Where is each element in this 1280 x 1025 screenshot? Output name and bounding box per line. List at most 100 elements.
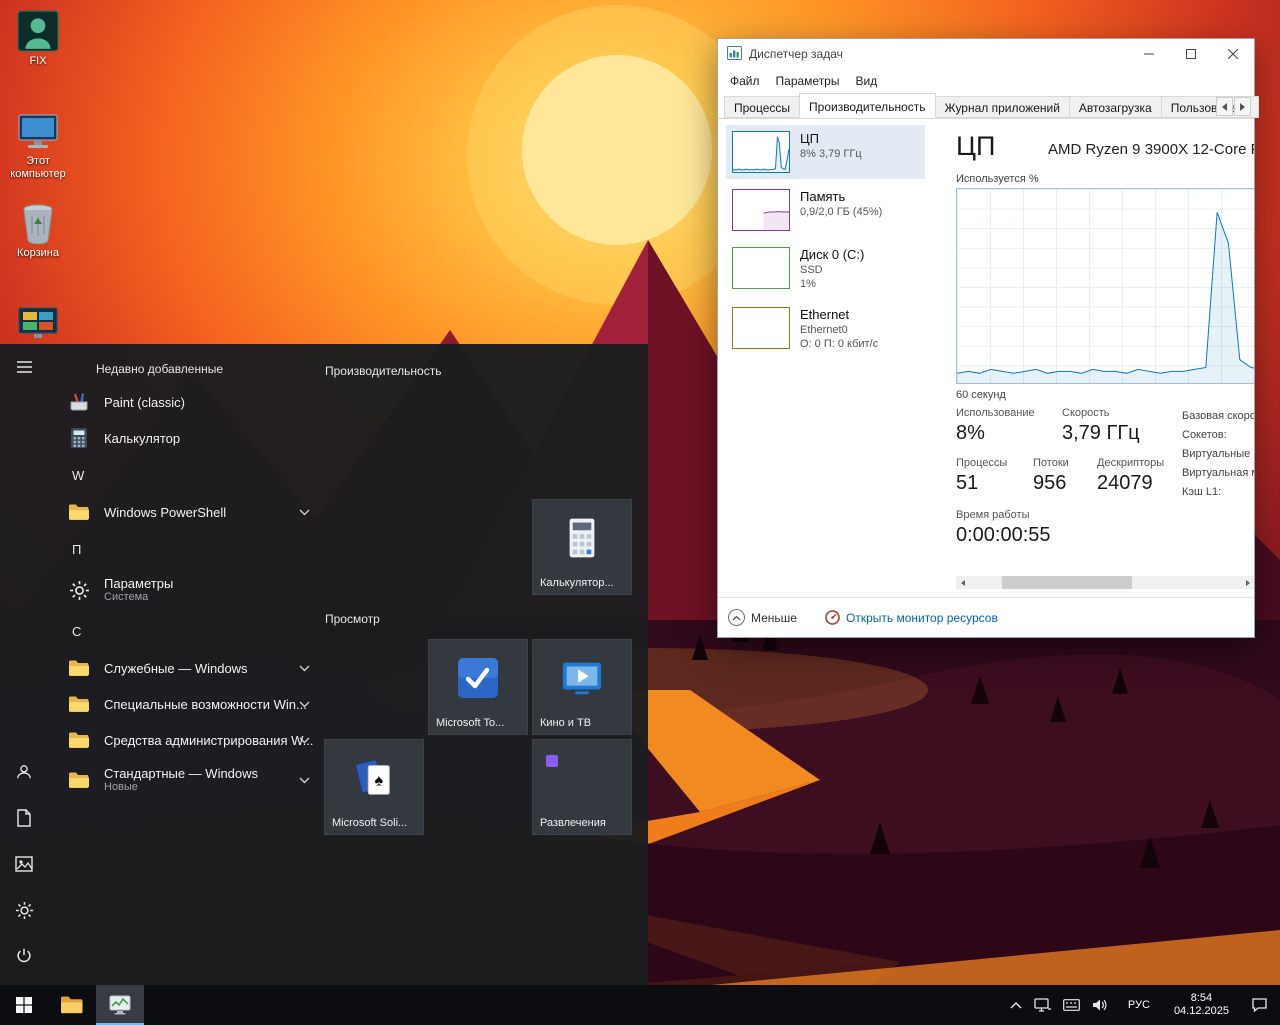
sidebar-item-cpu[interactable]: ЦП 8% 3,79 ГГц bbox=[726, 125, 925, 179]
title-bar[interactable]: Диспетчер задач bbox=[718, 39, 1254, 69]
desktop-icon-label: FIX bbox=[29, 55, 46, 68]
sidebar-item-disk[interactable]: Диск 0 (C:) SSD 1% bbox=[726, 241, 925, 297]
tile-label: Развлечения bbox=[540, 817, 627, 829]
tile-group-label: Производительность bbox=[325, 364, 441, 378]
scrollbar-track[interactable] bbox=[969, 576, 1241, 589]
performance-sidebar: ЦП 8% 3,79 ГГц Память 0,9/2,0 ГБ (45%) bbox=[718, 119, 925, 597]
keyboard-tray-button[interactable] bbox=[1057, 985, 1086, 1025]
language-indicator[interactable]: РУС bbox=[1114, 985, 1164, 1025]
horizontal-scrollbar[interactable] bbox=[956, 576, 1254, 589]
tile-microsoft-todo[interactable]: Microsoft To... bbox=[428, 639, 528, 735]
app-item-paint[interactable]: Paint (classic) bbox=[48, 384, 324, 420]
app-item-settings[interactable]: Параметры Система bbox=[48, 568, 324, 612]
tile-calculator[interactable]: Калькулятор... bbox=[532, 499, 632, 595]
tab-performance[interactable]: Производительность bbox=[799, 93, 935, 118]
letter-header-w[interactable]: W bbox=[48, 456, 324, 494]
desktop-icon-display[interactable] bbox=[0, 305, 76, 346]
pictures-button[interactable] bbox=[0, 841, 48, 887]
volume-tray-button[interactable] bbox=[1086, 985, 1114, 1025]
scroll-right-button[interactable] bbox=[1241, 576, 1254, 589]
network-icon bbox=[1034, 998, 1051, 1013]
letter-header-p[interactable]: П bbox=[48, 530, 324, 568]
stat-label: Скорость bbox=[1062, 407, 1140, 419]
desktop-icon-label: Корзина bbox=[17, 247, 59, 260]
file-explorer-button[interactable] bbox=[48, 985, 96, 1025]
desktop-icon-this-pc[interactable]: Этот компьютер bbox=[0, 112, 76, 181]
tile-solitaire[interactable]: ♠ Microsoft Soli... bbox=[324, 739, 424, 835]
folder-item-accessibility[interactable]: Специальные возможности Win... bbox=[48, 686, 324, 722]
desktop-icon-recycle-bin[interactable]: Корзина bbox=[0, 202, 76, 260]
tab-app-history[interactable]: Журнал приложений bbox=[935, 96, 1070, 118]
chevron-up-circle-icon bbox=[728, 609, 745, 626]
tab-scroll-right-button[interactable] bbox=[1234, 97, 1251, 116]
window-title: Диспетчер задач bbox=[749, 47, 1128, 61]
stat-value: 956 bbox=[1033, 472, 1097, 495]
sidebar-item-detail: О: 0 П: 0 кбит/с bbox=[800, 337, 878, 351]
speaker-icon bbox=[1092, 998, 1108, 1012]
maximize-button[interactable] bbox=[1170, 40, 1212, 69]
app-item-calculator[interactable]: Калькулятор bbox=[48, 420, 324, 456]
menu-file[interactable]: Файл bbox=[722, 71, 768, 91]
sidebar-item-memory[interactable]: Память 0,9/2,0 ГБ (45%) bbox=[726, 183, 925, 237]
tile-movies-tv[interactable]: Кино и ТВ bbox=[532, 639, 632, 735]
sidebar-item-detail: Ethernet0 bbox=[800, 323, 878, 337]
uptime-value: 0:00:00:55 bbox=[956, 524, 1164, 547]
stat-value: 8% bbox=[956, 422, 1062, 445]
start-menu-tiles: Производительность Калькулятор... Просмо… bbox=[324, 344, 648, 985]
movies-tv-icon bbox=[559, 657, 605, 699]
tray-expand-button[interactable] bbox=[1004, 985, 1028, 1025]
chevron-down-icon bbox=[299, 731, 310, 749]
clock-date: 04.12.2025 bbox=[1174, 1005, 1229, 1018]
windows-logo-icon bbox=[16, 997, 32, 1013]
paint-icon bbox=[66, 389, 92, 415]
stat-label: Процессы bbox=[956, 457, 1033, 469]
task-manager-taskbar-button[interactable] bbox=[96, 985, 144, 1025]
clock[interactable]: 8:54 04.12.2025 bbox=[1164, 992, 1239, 1018]
open-resource-monitor-link[interactable]: Открыть монитор ресурсов bbox=[825, 610, 998, 625]
settings-button[interactable] bbox=[0, 887, 48, 933]
scrollbar-thumb[interactable] bbox=[1002, 576, 1133, 589]
cpu-stats: Использование 8% Скорость 3,79 ГГц Проце… bbox=[956, 407, 1164, 547]
task-manager-app-icon bbox=[727, 46, 742, 63]
start-menu-app-list: Недавно добавленные Paint (classic) bbox=[48, 344, 324, 985]
tab-scroll-left-button[interactable] bbox=[1216, 97, 1233, 116]
network-tray-button[interactable] bbox=[1028, 985, 1057, 1025]
action-center-button[interactable] bbox=[1239, 985, 1280, 1025]
power-button[interactable] bbox=[0, 933, 48, 979]
minimize-button[interactable] bbox=[1128, 40, 1170, 69]
letter-header-s[interactable]: С bbox=[48, 612, 324, 650]
sidebar-item-ethernet[interactable]: Ethernet Ethernet0 О: 0 П: 0 кбит/с bbox=[726, 301, 925, 357]
folder-item-powershell[interactable]: Windows PowerShell bbox=[48, 494, 324, 530]
sidebar-item-title: Диск 0 (C:) bbox=[800, 247, 864, 263]
tile-label: Калькулятор... bbox=[540, 577, 627, 589]
tab-processes[interactable]: Процессы bbox=[724, 96, 800, 118]
graph-bottom-label: 60 секунд bbox=[956, 389, 1006, 401]
tile-entertainment[interactable]: Развлечения bbox=[532, 739, 632, 835]
taskbar: РУС 8:54 04.12.2025 bbox=[0, 985, 1280, 1025]
app-label: Paint (classic) bbox=[104, 395, 185, 410]
folder-item-system-tools[interactable]: Служебные — Windows bbox=[48, 650, 324, 686]
chevron-down-icon bbox=[299, 695, 310, 713]
ethernet-minigraph bbox=[732, 307, 790, 349]
spade-glyph: ♠ bbox=[374, 772, 383, 790]
menu-options[interactable]: Параметры bbox=[768, 71, 848, 91]
folder-icon bbox=[66, 767, 92, 793]
folder-label: Служебные — Windows bbox=[104, 661, 248, 676]
menu-view[interactable]: Вид bbox=[847, 71, 885, 91]
folder-icon bbox=[66, 691, 92, 717]
start-button[interactable] bbox=[0, 985, 48, 1025]
hamburger-menu-button[interactable] bbox=[0, 344, 48, 390]
fewer-details-button[interactable]: Меньше bbox=[728, 609, 797, 626]
documents-button[interactable] bbox=[0, 795, 48, 841]
user-account-button[interactable] bbox=[0, 749, 48, 795]
user-icon bbox=[15, 763, 33, 781]
folder-item-accessories[interactable]: Стандартные — Windows Новые bbox=[48, 758, 324, 802]
spec-label: Кэш L1: bbox=[1182, 483, 1254, 502]
desktop-icon-fix[interactable]: FIX bbox=[0, 10, 76, 68]
sidebar-item-title: Ethernet bbox=[800, 307, 878, 323]
close-button[interactable] bbox=[1212, 40, 1254, 69]
cpu-spec-labels: Базовая скорость: Сокетов: Виртуальные п… bbox=[1182, 407, 1254, 502]
scroll-left-button[interactable] bbox=[956, 576, 969, 589]
tab-startup[interactable]: Автозагрузка bbox=[1069, 96, 1162, 118]
folder-item-admin-tools[interactable]: Средства администрирования W... bbox=[48, 722, 324, 758]
